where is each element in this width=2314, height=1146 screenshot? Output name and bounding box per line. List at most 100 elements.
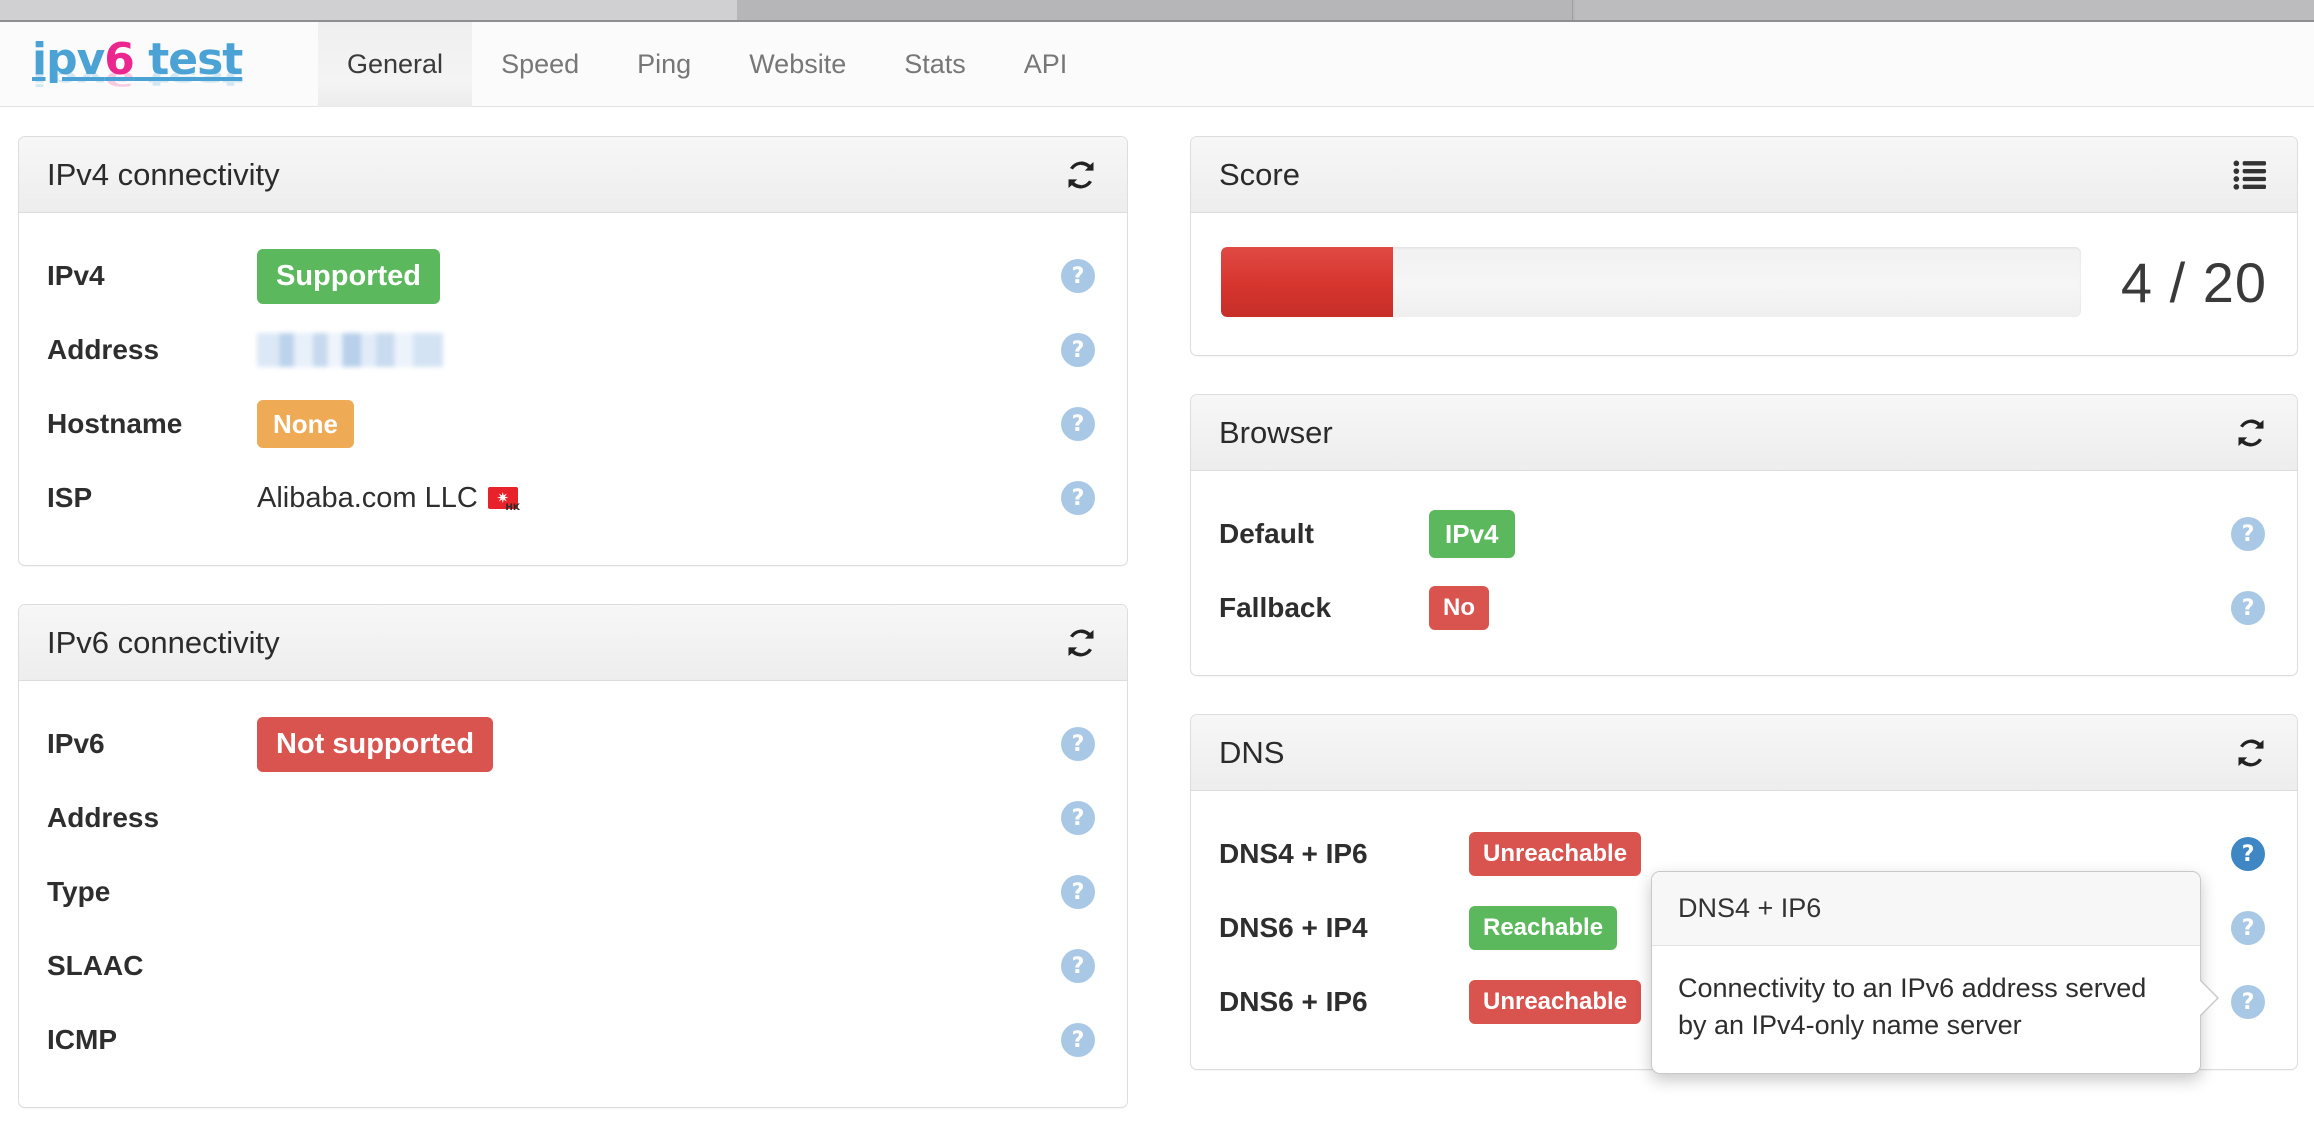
tab-stats-label: Stats [904,49,966,79]
row-ipv6-value: Not supported [257,716,1099,772]
help-icon-ipv6[interactable]: ? [1061,727,1095,761]
row-slaac-label: SLAAC [47,950,144,981]
panel-browser-body: Default IPv4 ? Fallback No ? [1191,471,2297,675]
status-badge-hostname: None [257,400,354,448]
status-badge-ipv4: Supported [257,248,440,304]
list-icon[interactable] [2229,153,2273,197]
row-ipv4: IPv4 Supported ? [47,239,1099,313]
row-ipv6-address: Address ? [47,781,1099,855]
tab-website[interactable]: Website [720,22,875,107]
help-icon-hostname[interactable]: ? [1061,407,1095,441]
panel-score: Score 4 / 20 [1190,136,2298,356]
row-ipv4-address: Address ? [47,313,1099,387]
left-column: IPv4 connectivity IPv4 Supported ? Addre… [18,136,1128,1146]
tab-website-label: Website [749,49,847,79]
tab-general-label: General [347,49,444,79]
status-badge-dns4-ip6: Unreachable [1469,832,1642,876]
score-progress-fill [1221,247,1393,317]
tab-ping-label: Ping [637,49,692,79]
row-browser-fallback-label: Fallback [1219,592,1332,623]
browser-tab-inactive-2[interactable] [1575,0,2314,20]
panel-score-header: Score [1191,137,2297,213]
help-icon-browser-default[interactable]: ? [2231,517,2265,551]
flag-country-code: HK [505,503,520,513]
row-browser-default-value: IPv4 [1429,510,2269,558]
panel-browser: Browser Default IPv4 ? Fallback No ? [1190,394,2298,676]
tab-ping[interactable]: Ping [608,22,720,107]
row-dns4-ip6-value: Unreachable [1469,832,2269,876]
tooltip-body: Connectivity to an IPv6 address served b… [1678,973,2147,1041]
panel-ipv6-body: IPv6 Not supported ? Address ? Type ? SL… [19,681,1127,1107]
flag-hong-kong-icon: ✷ HK [487,487,520,513]
help-icon-dns4-ip6[interactable]: ? [2231,837,2265,871]
row-isp: ISP Alibaba.com LLC ✷ HK ? [47,461,1099,535]
panel-dns-header: DNS [1191,715,2297,791]
panel-browser-title: Browser [1219,414,1333,450]
row-ipv6-address-label: Address [47,802,160,833]
row-ipv4-address-value [257,333,1099,367]
help-icon-slaac[interactable]: ? [1061,949,1095,983]
page-content: IPv4 connectivity IPv4 Supported ? Addre… [0,107,2314,1108]
help-icon-browser-fallback[interactable]: ? [2231,591,2265,625]
row-ipv4-value: Supported [257,248,1099,304]
row-browser-default: Default IPv4 ? [1219,497,2269,571]
row-ipv4-label: IPv4 [47,260,105,291]
row-browser-default-label: Default [1219,518,1314,549]
help-icon-dns6-ip6[interactable]: ? [2231,985,2265,1019]
site-logo[interactable]: ipv6 test [32,38,243,82]
row-hostname-value: None [257,400,1099,448]
main-navigation: General Speed Ping Website Stats API [318,22,1096,107]
row-ipv6: IPv6 Not supported ? [47,707,1099,781]
logo-text-part1: ipv [32,34,105,85]
status-badge-dns6-ip4: Reachable [1469,906,1618,950]
tab-api[interactable]: API [995,22,1097,107]
row-browser-fallback-value: No [1429,586,2269,630]
tab-general[interactable]: General [318,22,473,107]
row-icmp-label: ICMP [47,1024,117,1055]
help-tooltip-popover: DNS4 + IP6 Connectivity to an IPv6 addre… [1651,871,2217,1074]
browser-tab-strip [0,0,2314,22]
row-ipv6-type-label: Type [47,876,111,907]
refresh-icon[interactable] [2229,411,2273,455]
browser-tab-inactive-1[interactable] [739,0,1573,20]
help-icon-ipv6-address[interactable]: ? [1061,801,1095,835]
row-slaac: SLAAC ? [47,929,1099,1003]
row-ipv4-address-label: Address [47,334,160,365]
panel-browser-header: Browser [1191,395,2297,471]
tab-stats[interactable]: Stats [875,22,995,107]
panel-ipv4-connectivity: IPv4 connectivity IPv4 Supported ? Addre… [18,136,1128,566]
row-dns6-ip4-label: DNS6 + IP4 [1219,912,1368,943]
help-icon-isp[interactable]: ? [1061,481,1095,515]
help-icon-icmp[interactable]: ? [1061,1023,1095,1057]
help-icon-ipv4-address[interactable]: ? [1061,333,1095,367]
score-progress-bar [1221,247,2081,317]
row-dns6-ip6-label: DNS6 + IP6 [1219,986,1368,1017]
logo-text-part2: test [133,34,243,85]
refresh-icon[interactable] [1059,153,1103,197]
status-badge-dns6-ip6: Unreachable [1469,980,1642,1024]
refresh-icon[interactable] [2229,731,2273,775]
help-icon-ipv4[interactable]: ? [1061,259,1095,293]
redacted-ipv4-address [257,333,443,367]
status-badge-browser-fallback: No [1429,586,1489,630]
help-icon-ipv6-type[interactable]: ? [1061,875,1095,909]
row-ipv6-type: Type ? [47,855,1099,929]
panel-score-title: Score [1219,156,1300,192]
row-icmp: ICMP ? [47,1003,1099,1077]
panel-dns-title: DNS [1219,734,1285,770]
help-icon-dns6-ip4[interactable]: ? [2231,911,2265,945]
status-badge-ipv6: Not supported [257,716,494,772]
panel-ipv4-title: IPv4 connectivity [47,156,280,192]
row-browser-fallback: Fallback No ? [1219,571,2269,645]
tab-speed-label: Speed [501,49,580,79]
score-value-text: 4 / 20 [2120,250,2267,314]
panel-score-body: 4 / 20 [1191,213,2297,355]
tooltip-arrow [2199,980,2217,1016]
tab-speed[interactable]: Speed [472,22,608,107]
row-hostname-label: Hostname [47,408,183,439]
browser-tab-active[interactable] [0,0,737,20]
panel-ipv6-header: IPv6 connectivity [19,605,1127,681]
row-hostname: Hostname None ? [47,387,1099,461]
logo-text-six: 6 [104,34,135,85]
refresh-icon[interactable] [1059,621,1103,665]
